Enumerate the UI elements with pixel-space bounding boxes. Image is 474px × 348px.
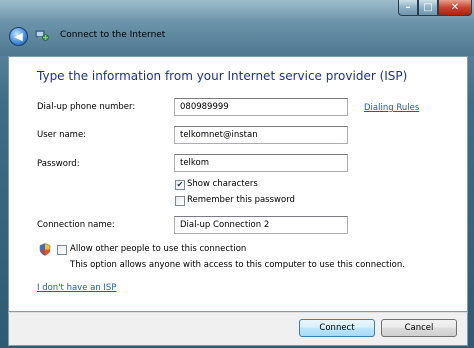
network-wizard-icon xyxy=(35,30,49,41)
phone-number-field[interactable]: 080989999 xyxy=(174,98,348,116)
window-title: Connect to the Internet xyxy=(60,30,166,40)
uac-shield-icon xyxy=(39,243,51,256)
content-panel: Type the information from your Internet … xyxy=(8,56,468,312)
show-characters-checkbox[interactable]: ✔ xyxy=(175,180,185,190)
page-heading: Type the information from your Internet … xyxy=(37,69,408,83)
phone-number-label: Dial-up phone number: xyxy=(37,102,136,112)
connection-name-label: Connection name: xyxy=(37,220,115,230)
username-label: User name: xyxy=(37,130,87,140)
username-field[interactable]: telkomnet@instan xyxy=(174,126,348,144)
password-field[interactable]: telkom xyxy=(174,154,348,172)
maximize-button[interactable]: □ xyxy=(418,0,438,16)
connect-button[interactable]: Connect xyxy=(299,319,375,337)
dialing-rules-link[interactable]: Dialing Rules xyxy=(364,103,419,113)
remember-password-label: Remember this password xyxy=(187,195,295,205)
close-button[interactable]: ✕ xyxy=(438,0,472,16)
allow-others-description: This option allows anyone with access to… xyxy=(70,260,405,270)
no-isp-link[interactable]: I don't have an ISP xyxy=(37,283,116,293)
allow-others-checkbox[interactable] xyxy=(57,245,67,255)
connection-name-field[interactable]: Dial-up Connection 2 xyxy=(174,216,348,234)
back-arrow-icon[interactable]: ◀ xyxy=(9,27,28,46)
title-bar: – □ ✕ ◀ Connect to the Internet xyxy=(0,0,474,56)
allow-others-label: Allow other people to use this connectio… xyxy=(70,244,247,254)
button-bar: Connect Cancel xyxy=(8,312,468,346)
dialog-window: – □ ✕ ◀ Connect to the Internet Type the… xyxy=(0,0,474,348)
show-characters-label: Show characters xyxy=(187,179,258,189)
remember-password-checkbox[interactable] xyxy=(175,196,185,206)
cancel-button[interactable]: Cancel xyxy=(381,319,457,337)
password-label: Password: xyxy=(37,159,80,169)
minimize-button[interactable]: – xyxy=(398,0,418,16)
